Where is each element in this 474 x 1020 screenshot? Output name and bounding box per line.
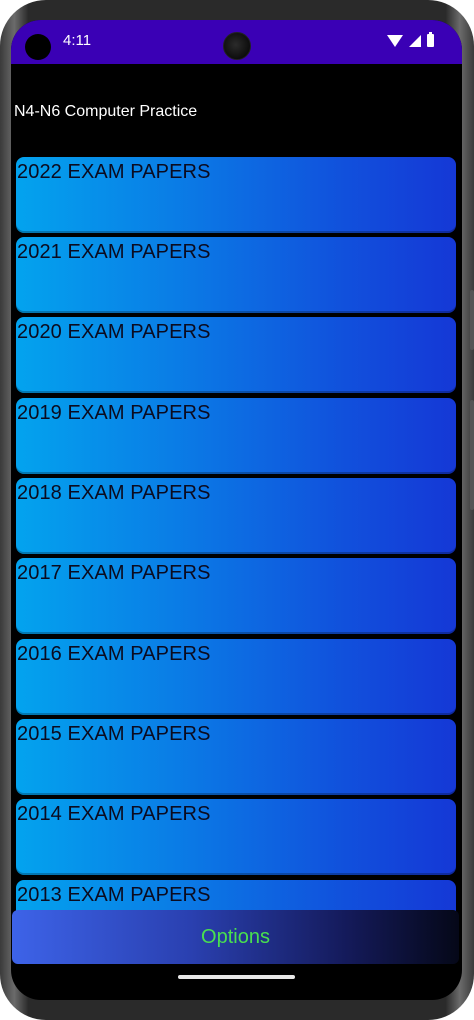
signal-icon	[409, 34, 421, 47]
battery-icon	[427, 32, 434, 47]
exam-paper-label: 2021 EXAM PAPERS	[17, 241, 211, 263]
exam-paper-label: 2014 EXAM PAPERS	[17, 803, 211, 825]
exam-paper-button-2014[interactable]: 2014 EXAM PAPERS	[16, 799, 456, 875]
exam-paper-label: 2020 EXAM PAPERS	[17, 321, 211, 343]
exam-paper-button-2022[interactable]: 2022 EXAM PAPERS	[16, 157, 456, 233]
camera-cutout-icon	[25, 34, 51, 60]
exam-paper-label: 2018 EXAM PAPERS	[17, 482, 211, 504]
exam-paper-label: 2013 EXAM PAPERS	[17, 884, 211, 906]
volume-button	[470, 400, 474, 510]
exam-paper-button-2017[interactable]: 2017 EXAM PAPERS	[16, 558, 456, 634]
exam-paper-button-2016[interactable]: 2016 EXAM PAPERS	[16, 639, 456, 715]
exam-paper-button-2015[interactable]: 2015 EXAM PAPERS	[16, 719, 456, 795]
status-bar: 4:11	[11, 20, 462, 64]
front-camera-icon	[223, 32, 251, 60]
exam-paper-label: 2017 EXAM PAPERS	[17, 562, 211, 584]
exam-paper-button-2018[interactable]: 2018 EXAM PAPERS	[16, 478, 456, 554]
exam-paper-button-2019[interactable]: 2019 EXAM PAPERS	[16, 398, 456, 474]
phone-device: 4:11 N4-N6 Computer Practice 2022 EXAM P…	[0, 0, 474, 1020]
options-label: Options	[201, 926, 270, 948]
wifi-icon	[387, 34, 403, 47]
home-indicator[interactable]	[178, 975, 295, 979]
exam-paper-button-2020[interactable]: 2020 EXAM PAPERS	[16, 317, 456, 393]
status-time: 4:11	[63, 32, 92, 49]
exam-paper-label: 2022 EXAM PAPERS	[17, 161, 211, 183]
exam-paper-label: 2016 EXAM PAPERS	[17, 643, 211, 665]
app-screen: 4:11 N4-N6 Computer Practice 2022 EXAM P…	[11, 20, 462, 1000]
page-title: N4-N6 Computer Practice	[14, 103, 198, 120]
options-button[interactable]: Options	[12, 910, 459, 964]
exam-paper-button-2021[interactable]: 2021 EXAM PAPERS	[16, 237, 456, 313]
exam-paper-label: 2015 EXAM PAPERS	[17, 723, 211, 745]
status-icons	[387, 32, 434, 47]
exam-paper-label: 2019 EXAM PAPERS	[17, 402, 211, 424]
power-button	[470, 290, 474, 350]
